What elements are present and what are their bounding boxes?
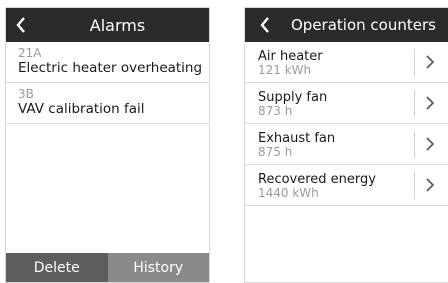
counter-value: 873 h [258,104,293,118]
alarms-panel: Alarms 21A Electric heater overheating 3… [5,7,210,283]
divider [414,49,415,76]
alarms-header: Alarms [6,8,209,42]
counter-item-air-heater[interactable]: Air heater 121 kWh [245,42,448,83]
chevron-right-icon[interactable] [425,95,435,111]
counter-value: 121 kWh [258,63,312,77]
counter-item-supply-fan[interactable]: Supply fan 873 h [245,83,448,124]
history-button[interactable]: History [107,253,209,282]
chevron-right-icon[interactable] [425,136,435,152]
alarm-item[interactable]: 21A Electric heater overheating [6,42,209,83]
alarm-item[interactable]: 3B VAV calibration fail [6,83,209,124]
alarms-footer: Delete History [6,253,209,282]
counter-value: 1440 kWh [258,186,319,200]
counter-label: Air heater [258,49,323,64]
chevron-right-icon[interactable] [425,54,435,70]
back-arrow-icon[interactable] [258,16,274,34]
counter-value: 875 h [258,145,293,159]
page-title: Alarms [89,15,146,35]
counter-label: Recovered energy [258,172,376,187]
alarm-description: Electric heater overheating [18,60,203,76]
chevron-right-icon[interactable] [425,177,435,193]
alarm-code: 21A [18,46,42,60]
alarm-description: VAV calibration fail [18,101,145,117]
page-title: Operation counters [291,16,436,34]
operation-counters-panel: Operation counters Air heater 121 kWh Su… [244,7,448,283]
counter-label: Supply fan [258,90,328,105]
counter-item-recovered-energy[interactable]: Recovered energy 1440 kWh [245,165,448,206]
delete-button[interactable]: Delete [6,253,108,282]
alarm-code: 3B [18,87,34,101]
counter-label: Exhaust fan [258,131,336,146]
divider [414,131,415,158]
counters-header: Operation counters [245,8,448,42]
divider [414,90,415,117]
counter-item-exhaust-fan[interactable]: Exhaust fan 875 h [245,124,448,165]
divider [414,172,415,199]
